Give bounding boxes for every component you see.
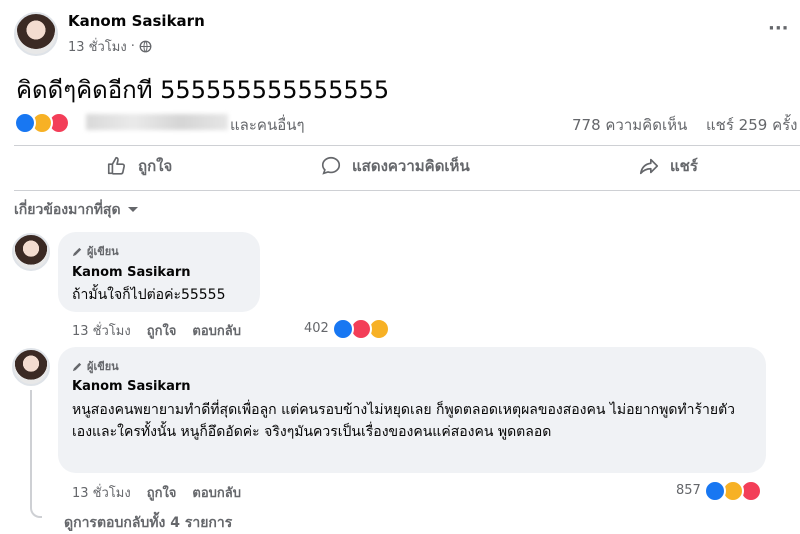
thumbs-up-icon bbox=[107, 156, 126, 175]
author-badge-label: ผู้เขียน bbox=[87, 245, 119, 258]
comment-reaction-count: 402 bbox=[304, 321, 329, 336]
comment-reply-button[interactable]: ตอบกลับ bbox=[192, 482, 241, 503]
post-time[interactable]: 13 ชั่วโมง bbox=[68, 36, 127, 57]
author-badge: ผู้เขียน bbox=[72, 242, 119, 260]
author-badge: ผู้เขียน bbox=[72, 357, 119, 375]
divider bbox=[14, 145, 800, 146]
more-options-button[interactable]: ··· bbox=[768, 18, 789, 39]
comment-reactions[interactable]: 857 bbox=[676, 480, 776, 502]
reply-thread-line bbox=[30, 390, 42, 518]
comment-actions: 13 ชั่วโมง ถูกใจ ตอบกลับ bbox=[72, 320, 241, 341]
post-text: คิดดีๆคิดอีกที 555555555555555 bbox=[16, 76, 390, 104]
divider bbox=[14, 190, 800, 191]
share-icon bbox=[639, 158, 659, 175]
comment-reply-button[interactable]: ตอบกลับ bbox=[192, 320, 241, 341]
author-name[interactable]: Kanom Sasikarn bbox=[68, 12, 205, 30]
comment-author[interactable]: Kanom Sasikarn bbox=[72, 265, 191, 280]
author-avatar[interactable] bbox=[14, 12, 58, 56]
comment-count[interactable]: 778 ความคิดเห็น bbox=[572, 113, 687, 137]
others-label[interactable]: และคนอื่นๆ bbox=[230, 113, 305, 137]
comment-actions: 13 ชั่วโมง ถูกใจ ตอบกลับ bbox=[72, 482, 241, 503]
like-button[interactable]: ถูกใจ bbox=[106, 154, 172, 178]
comment-reaction-count: 857 bbox=[676, 483, 701, 498]
like-reaction-icon bbox=[14, 112, 36, 134]
comment-bubble: ผู้เขียน Kanom Sasikarn ถ้ามั้นใจก็ไปต่อ… bbox=[58, 232, 260, 312]
comment-text: ถ้ามั้นใจก็ไปต่อค่ะ55555 bbox=[72, 287, 226, 303]
post-meta: 13 ชั่วโมง · bbox=[68, 36, 152, 57]
comment-like-button[interactable]: ถูกใจ bbox=[147, 320, 177, 341]
reactor-names-blurred bbox=[86, 114, 228, 130]
reaction-icons[interactable] bbox=[14, 112, 78, 134]
share-count[interactable]: แชร์ 259 ครั้ง bbox=[706, 113, 798, 137]
pencil-icon bbox=[72, 362, 82, 371]
comment-text: หนูสองคนพยายามทำดีที่สุดเพื่อลูก แต่คนรอ… bbox=[72, 402, 736, 440]
commenter-avatar[interactable] bbox=[12, 233, 50, 271]
share-button-label: แชร์ bbox=[670, 157, 698, 175]
pencil-icon bbox=[72, 247, 82, 256]
sort-label: เกี่ยวข้องมากที่สุด bbox=[14, 202, 121, 218]
comment-time[interactable]: 13 ชั่วโมง bbox=[72, 320, 131, 341]
like-reaction-icon bbox=[332, 318, 354, 340]
comment-like-button[interactable]: ถูกใจ bbox=[147, 482, 177, 503]
comment-author[interactable]: Kanom Sasikarn bbox=[72, 379, 191, 394]
comment-bubble: ผู้เขียน Kanom Sasikarn หนูสองคนพยายามทำ… bbox=[58, 347, 766, 473]
meta-separator: · bbox=[130, 39, 135, 54]
like-button-label: ถูกใจ bbox=[138, 157, 173, 175]
comment-button-label: แสดงความคิดเห็น bbox=[352, 157, 470, 175]
like-reaction-icon bbox=[704, 480, 726, 502]
comment-button[interactable]: แสดงความคิดเห็น bbox=[320, 154, 470, 178]
caret-down-icon bbox=[127, 207, 138, 212]
comment-time[interactable]: 13 ชั่วโมง bbox=[72, 482, 131, 503]
commenter-avatar[interactable] bbox=[12, 348, 50, 386]
sort-dropdown[interactable]: เกี่ยวข้องมากที่สุด bbox=[14, 199, 139, 221]
share-button[interactable]: แชร์ bbox=[638, 154, 698, 178]
comment-icon bbox=[321, 156, 341, 175]
author-badge-label: ผู้เขียน bbox=[87, 360, 119, 373]
view-replies-link[interactable]: ดูการตอบกลับทั้ง 4 รายการ bbox=[64, 512, 232, 534]
globe-icon bbox=[139, 40, 152, 53]
comment-reactions[interactable]: 402 bbox=[304, 318, 404, 340]
